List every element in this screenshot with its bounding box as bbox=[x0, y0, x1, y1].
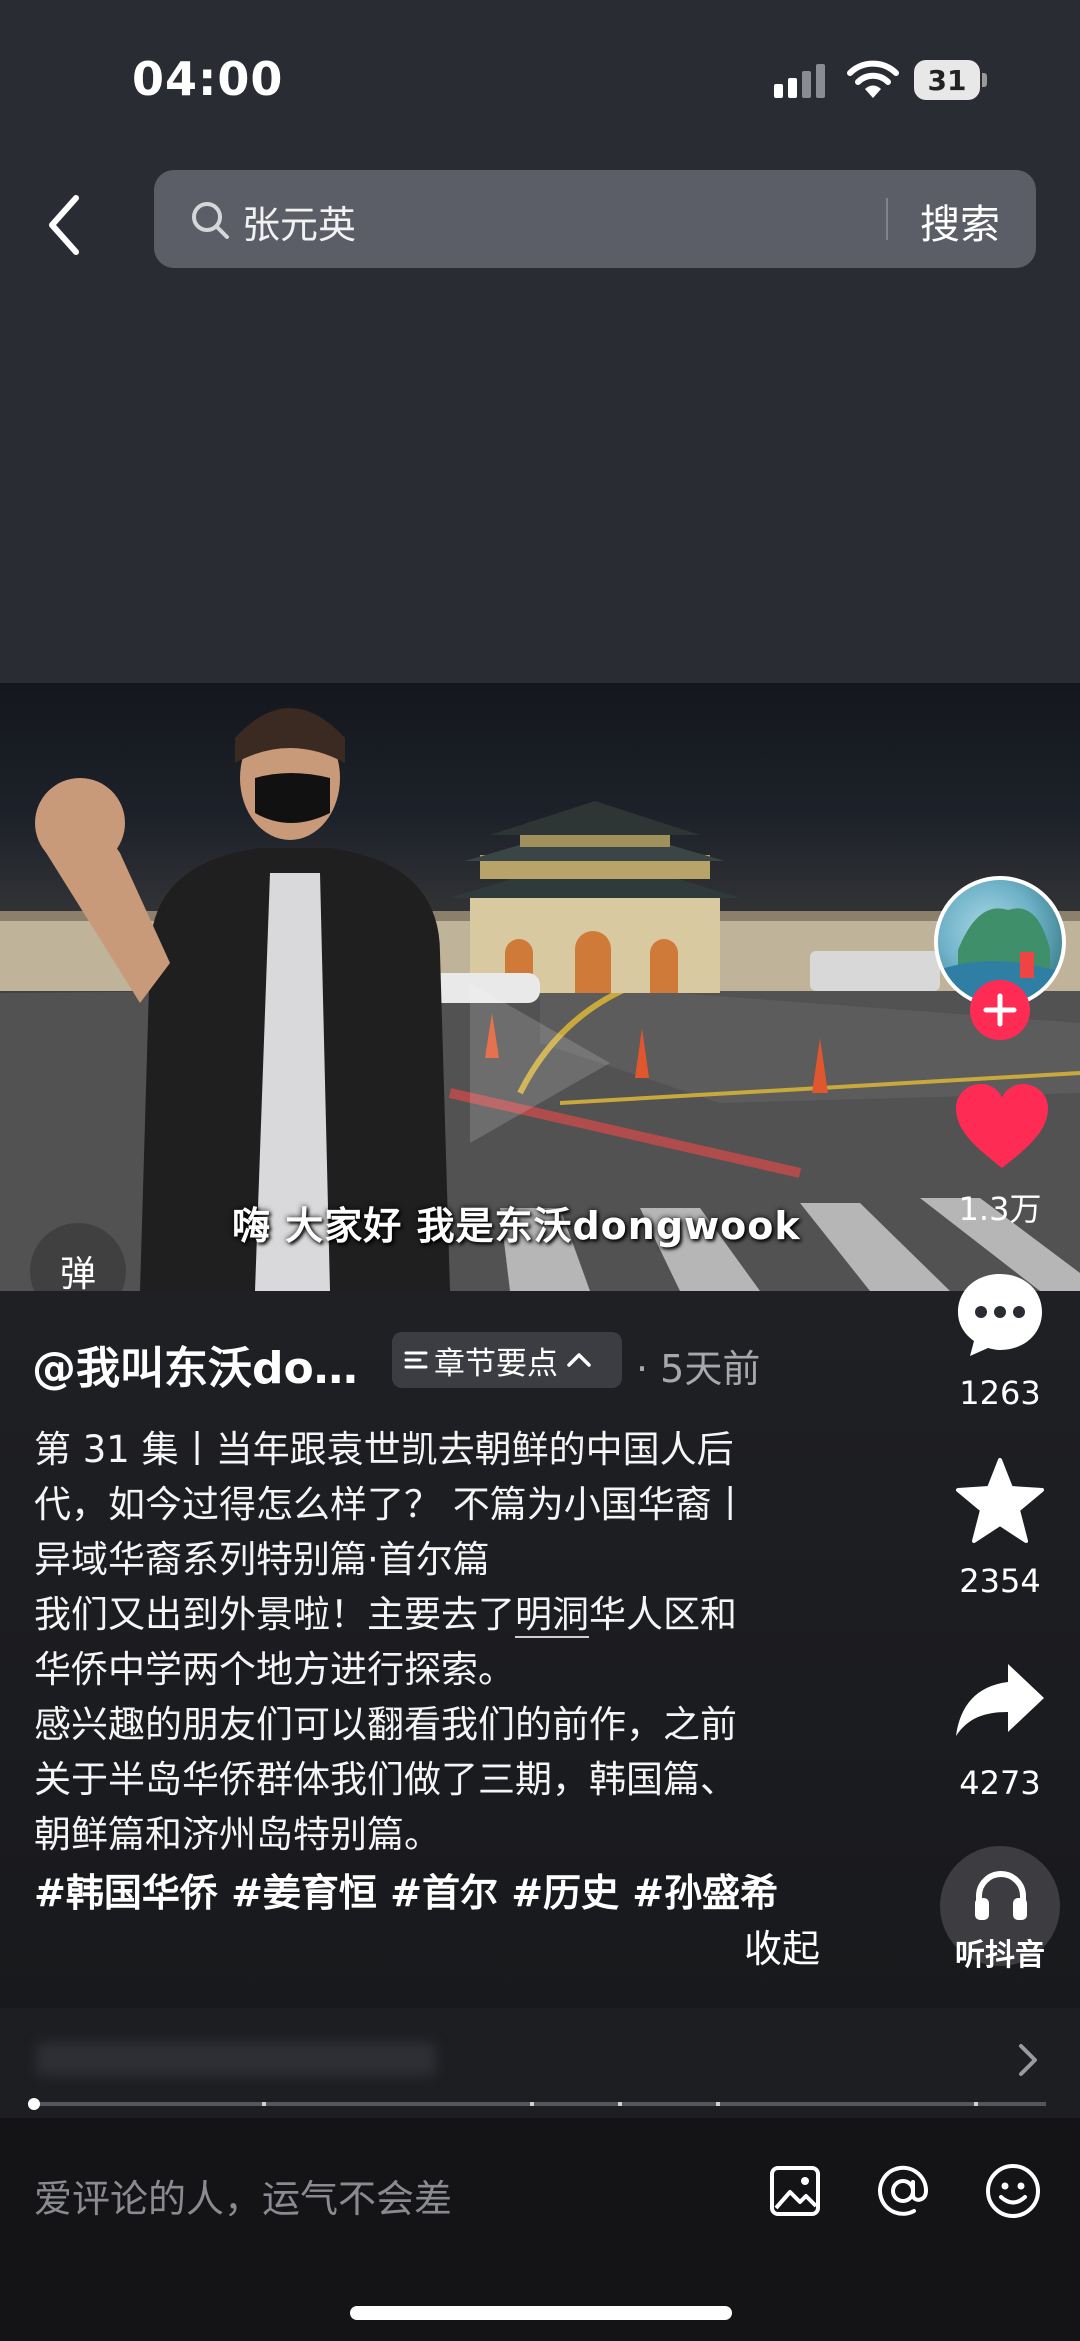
comment-icon[interactable] bbox=[954, 1270, 1046, 1360]
like-heart-icon[interactable] bbox=[954, 1082, 1050, 1172]
search-input[interactable]: 张元英 bbox=[242, 194, 356, 249]
author-name[interactable]: @我叫东沃do… bbox=[32, 1332, 358, 1396]
at-mention-icon[interactable] bbox=[874, 2162, 932, 2220]
headphones-icon bbox=[975, 1871, 1027, 1920]
search-button[interactable]: 搜索 bbox=[920, 192, 1000, 250]
listen-douyin-label: 听抖音 bbox=[955, 1938, 1045, 1973]
caption-line: 关于半岛华侨群体我们做了三期，韩国篇、 bbox=[34, 1758, 737, 1801]
follow-button[interactable] bbox=[970, 980, 1030, 1040]
wifi-icon bbox=[847, 60, 899, 98]
back-button[interactable] bbox=[40, 190, 90, 260]
like-count: 1.3万 bbox=[958, 1190, 1042, 1228]
related-content-preview bbox=[36, 2042, 436, 2076]
chapter-highlights-label: 章节要点 bbox=[434, 1345, 558, 1382]
chapter-marker bbox=[974, 2102, 978, 2106]
battery-indicator: 31 bbox=[914, 60, 988, 100]
chapter-marker bbox=[530, 2102, 534, 2106]
video-caption: 第 31 集丨当年跟袁世凯去朝鲜的中国人后 代，如今过得怎么样了？ 不篇为小国华… bbox=[34, 1422, 824, 1862]
image-icon[interactable] bbox=[768, 2164, 822, 2218]
caption-line-with-link: 我们又出到外景啦！主要去了明洞华人区和 bbox=[34, 1587, 824, 1642]
progress-thumb[interactable] bbox=[28, 2098, 40, 2110]
emoji-icon[interactable] bbox=[984, 2162, 1042, 2220]
caption-line: 朝鲜篇和济州岛特别篇。 bbox=[34, 1813, 441, 1856]
favorite-star-icon[interactable] bbox=[954, 1456, 1046, 1546]
post-time: · 5天前 bbox=[636, 1347, 761, 1391]
cellular-signal-icon bbox=[774, 64, 825, 98]
comment-count: 1263 bbox=[959, 1374, 1041, 1412]
comment-input[interactable]: 爱评论的人，运气不会差 bbox=[34, 2168, 452, 2223]
share-count: 4273 bbox=[959, 1764, 1041, 1802]
hashtag-list[interactable]: #韩国华侨 #姜育恒 #首尔 #历史 #孙盛希 bbox=[34, 1862, 778, 1917]
caption-text: 我们又出到外景啦！主要去了 bbox=[34, 1593, 515, 1636]
video-progress-bar[interactable] bbox=[34, 2102, 1046, 2106]
chapter-highlights-button[interactable]: 章节要点 bbox=[392, 1332, 622, 1388]
chapter-marker bbox=[262, 2102, 266, 2106]
caption-line: 华侨中学两个地方进行探索。 bbox=[34, 1648, 515, 1691]
chapter-marker bbox=[716, 2102, 720, 2106]
favorite-count: 2354 bbox=[959, 1562, 1041, 1600]
video-subtitle: 嗨 大家好 我是东沃dongwook bbox=[232, 1204, 801, 1248]
chevron-up-icon bbox=[567, 1353, 591, 1367]
caption-text: 华人区和 bbox=[589, 1593, 737, 1636]
share-arrow-icon[interactable] bbox=[954, 1660, 1046, 1740]
search-icon bbox=[192, 202, 229, 239]
caption-line: 感兴趣的朋友们可以翻看我们的前作，之前 bbox=[34, 1703, 737, 1746]
list-icon bbox=[404, 1351, 428, 1369]
caption-line: 代，如今过得怎么样了？ 不篇为小国华裔丨 bbox=[34, 1483, 749, 1526]
search-bar[interactable]: 张元英 搜索 bbox=[154, 170, 1036, 268]
home-indicator bbox=[350, 2306, 732, 2320]
search-divider bbox=[886, 198, 888, 240]
status-time: 04:00 bbox=[132, 52, 284, 106]
location-link[interactable]: 明洞 bbox=[515, 1593, 589, 1638]
caption-line: 异域华裔系列特别篇·首尔篇 bbox=[34, 1538, 490, 1581]
chevron-right-icon[interactable] bbox=[1016, 2042, 1040, 2078]
caption-line: 第 31 集丨当年跟袁世凯去朝鲜的中国人后 bbox=[34, 1428, 734, 1471]
chapter-marker bbox=[618, 2102, 622, 2106]
battery-level: 31 bbox=[914, 60, 980, 100]
video-player[interactable]: 嗨 大家好 我是东沃dongwook 弹 bbox=[0, 683, 1080, 1291]
collapse-caption-button[interactable]: 收起 bbox=[744, 1918, 820, 1973]
